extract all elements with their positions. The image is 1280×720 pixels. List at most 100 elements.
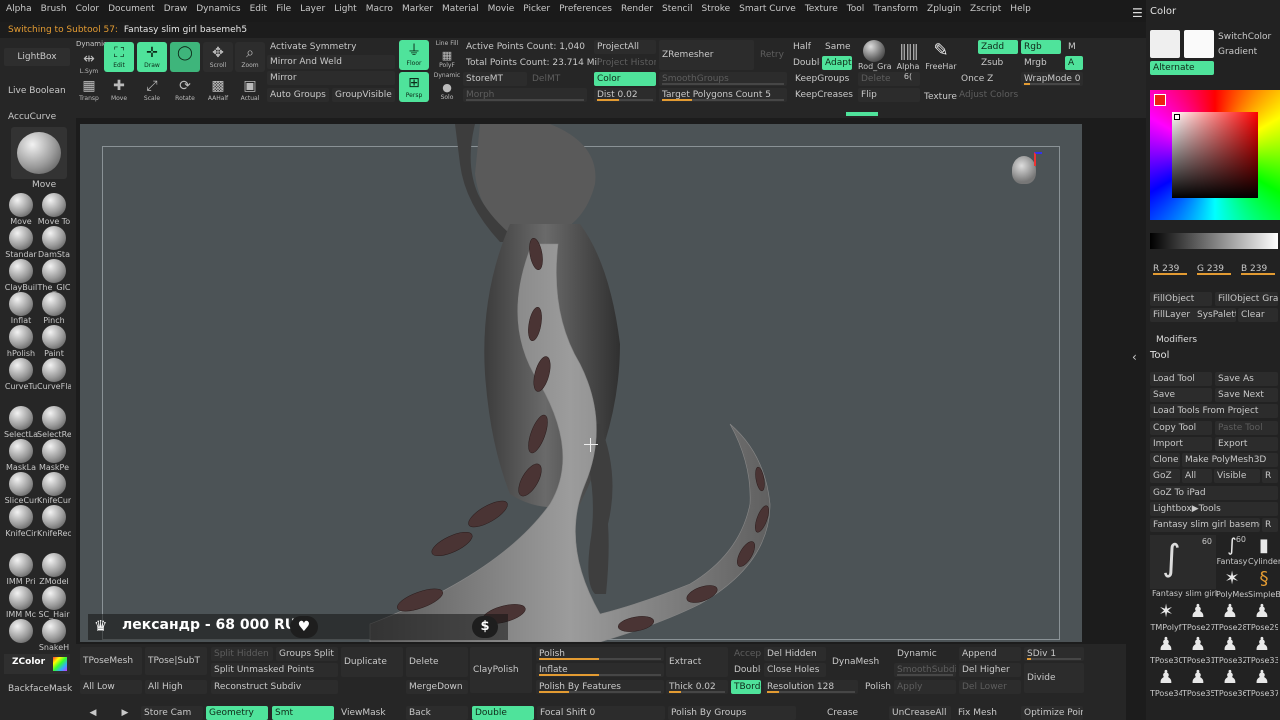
m-button[interactable]: M — [1065, 40, 1083, 54]
stroke-button[interactable]: ✎ FreeHar — [924, 40, 958, 71]
paste-tool-button[interactable]: Paste Tool — [1215, 421, 1278, 435]
current-tool-name[interactable]: Fantasy slim girl basemeh5. — [1150, 518, 1260, 532]
navigation-skull-icon[interactable] — [1010, 152, 1042, 188]
gradient-button[interactable]: Gradient — [1218, 45, 1257, 59]
menu-item-22[interactable]: Transform — [873, 4, 918, 18]
tool-thumb-2-1[interactable]: ♟ TPose35 — [1182, 667, 1214, 699]
back-button[interactable]: Back — [406, 706, 468, 720]
lsym-button[interactable]: ⇹ L.Sym — [74, 48, 104, 78]
inflate-slider[interactable]: Inflate — [536, 663, 664, 677]
fillobject-grad-button[interactable]: FillObject Grad — [1215, 292, 1278, 306]
delmt-button[interactable]: DelMT — [529, 72, 587, 86]
tool-thumb-2-2[interactable]: ♟ TPose36 — [1214, 667, 1246, 699]
auto-groups-button[interactable]: Auto Groups — [267, 88, 329, 102]
tool-thumb-2-0[interactable]: ♟ TPose34 — [1150, 667, 1182, 699]
brush-cell-3-0[interactable]: Inflat — [4, 292, 38, 325]
current-tool-thumb[interactable]: ∫ 60 — [1150, 535, 1216, 589]
lightbox-tools-button[interactable]: Lightbox▶Tools — [1150, 502, 1278, 516]
morph-slider[interactable]: Morph — [463, 88, 587, 102]
all-high-button[interactable]: All High — [145, 680, 207, 694]
brush-cell-1-1[interactable]: DamSta — [37, 226, 71, 259]
clone-button[interactable]: Clone — [1150, 453, 1180, 467]
dynamesh-button[interactable]: DynaMesh — [829, 647, 891, 677]
tool-thumb-1-0[interactable]: ♟ TPose30 — [1150, 634, 1182, 666]
polish-by-groups-slider[interactable]: Polish By Groups — [668, 706, 796, 720]
edit-button[interactable]: ⛶ Edit — [104, 42, 134, 72]
move-mode-button[interactable]: ◯ — [170, 42, 200, 72]
menu-item-6[interactable]: Edit — [250, 4, 267, 18]
b-slider[interactable]: B 239 — [1238, 262, 1278, 276]
tray-menu-icon[interactable]: ☰ — [1132, 6, 1143, 20]
menu-item-9[interactable]: Light — [334, 4, 356, 18]
g-slider[interactable]: G 239 — [1194, 262, 1234, 276]
brush-cell-0-1[interactable]: Move To — [37, 193, 71, 226]
alternate-button[interactable]: Alternate — [1150, 61, 1214, 75]
brush-cell-8-1[interactable]: KnifeCur — [37, 472, 71, 505]
polish-dynamesh-button[interactable]: Polish — [862, 680, 892, 694]
a-button[interactable]: A — [1065, 56, 1083, 70]
menu-item-20[interactable]: Texture — [805, 4, 838, 18]
export-button[interactable]: Export — [1215, 437, 1278, 451]
mirror-and-weld-button[interactable]: Mirror And Weld — [267, 55, 395, 69]
load-tools-from-project-button[interactable]: Load Tools From Project — [1150, 404, 1278, 418]
live-boolean-button[interactable]: Live Boolean — [8, 84, 66, 98]
target-polygons-slider[interactable]: Target Polygons Count 5 — [659, 88, 787, 102]
color-toggle[interactable]: Color — [594, 72, 656, 86]
once-z-button[interactable]: Once Z — [958, 72, 1018, 86]
brush-cell-12-1[interactable]: SnakeH — [37, 619, 71, 652]
menu-item-2[interactable]: Color — [76, 4, 100, 18]
move-tool-button[interactable]: ✚ Move — [104, 75, 134, 105]
menu-item-25[interactable]: Help — [1010, 4, 1031, 18]
current-tool-r-button[interactable]: R — [1262, 518, 1278, 532]
zsub-button[interactable]: Zsub — [978, 56, 1018, 70]
grayscale-bar[interactable] — [1150, 233, 1278, 249]
menu-item-7[interactable]: File — [276, 4, 291, 18]
brush-cell-11-1[interactable]: SC_Hair — [37, 586, 71, 619]
brush-cell-9-0[interactable]: KnifeCir — [4, 505, 38, 538]
smoothgroups-slider[interactable]: SmoothGroups — [659, 72, 787, 86]
material-button[interactable]: Rod_Gra — [858, 40, 892, 71]
persp-button[interactable]: ⊞ Persp — [399, 72, 429, 102]
brush-cell-11-0[interactable]: IMM Mc — [4, 586, 38, 619]
brush-cell-6-1[interactable]: SelectRe — [37, 406, 71, 439]
solo-button[interactable]: Dynamic ● Solo — [432, 72, 462, 102]
tool-fantasy[interactable]: ∫ Fantasy 60 — [1216, 535, 1248, 567]
brush-cell-4-0[interactable]: hPolish — [4, 325, 38, 358]
wrapmode-slider[interactable]: WrapMode 0 — [1021, 72, 1083, 86]
brush-cell-3-1[interactable]: Pinch — [37, 292, 71, 325]
half-button[interactable]: Half — [790, 40, 820, 54]
brush-cell-7-1[interactable]: MaskPe — [37, 439, 71, 472]
brush-cell-12-0[interactable] — [4, 619, 38, 652]
smt-button[interactable]: Smt — [272, 706, 334, 720]
draw-button[interactable]: ✛ Draw — [137, 42, 167, 72]
save-button[interactable]: Save — [1150, 388, 1212, 402]
r-slider[interactable]: R 239 — [1150, 262, 1190, 276]
menu-item-0[interactable]: Alpha — [6, 4, 32, 18]
adjust-colors-button[interactable]: Adjust Colors — [956, 88, 1018, 102]
tborder-button[interactable]: TBorde — [731, 680, 761, 694]
adapt-button[interactable]: Adapt — [822, 56, 852, 70]
brush-cell-8-0[interactable]: SliceCur — [4, 472, 38, 505]
scale-button[interactable]: ⤢ Scale — [137, 75, 167, 105]
brush-cell-5-1[interactable]: CurveFla — [37, 358, 71, 391]
reconstruct-subdiv-button[interactable]: Reconstruct Subdiv — [211, 680, 338, 694]
close-holes-button[interactable]: Close Holes — [764, 663, 826, 677]
uncreaseall-button[interactable]: UnCreaseAll — [889, 706, 951, 720]
menu-item-12[interactable]: Material — [442, 4, 479, 18]
tray-divider[interactable] — [1126, 120, 1146, 720]
split-unmasked-button[interactable]: Split Unmasked Points — [211, 663, 338, 677]
delete-subtool-button[interactable]: Delete — [406, 647, 468, 677]
sdiv-slider[interactable]: SDiv 1 — [1024, 647, 1084, 661]
brush-cell-2-1[interactable]: The_GIC — [37, 259, 71, 292]
brush-cell-10-1[interactable]: ZModel — [37, 553, 71, 586]
tool-thumb-0-3[interactable]: ♟ TPose29 — [1246, 601, 1278, 633]
polish-slider[interactable]: Polish — [536, 647, 664, 661]
fillobject-button[interactable]: FillObject — [1150, 292, 1212, 306]
next-arrow-button[interactable]: ▶ — [112, 706, 138, 720]
viewport-canvas[interactable] — [80, 124, 1082, 642]
del-higher-button[interactable]: Del Higher — [959, 663, 1021, 677]
tpose-subt-button[interactable]: TPose|SubT — [145, 647, 207, 675]
secondary-color-swatch[interactable] — [1184, 30, 1214, 58]
goz-r-button[interactable]: R — [1262, 469, 1278, 483]
menu-item-4[interactable]: Draw — [164, 4, 188, 18]
